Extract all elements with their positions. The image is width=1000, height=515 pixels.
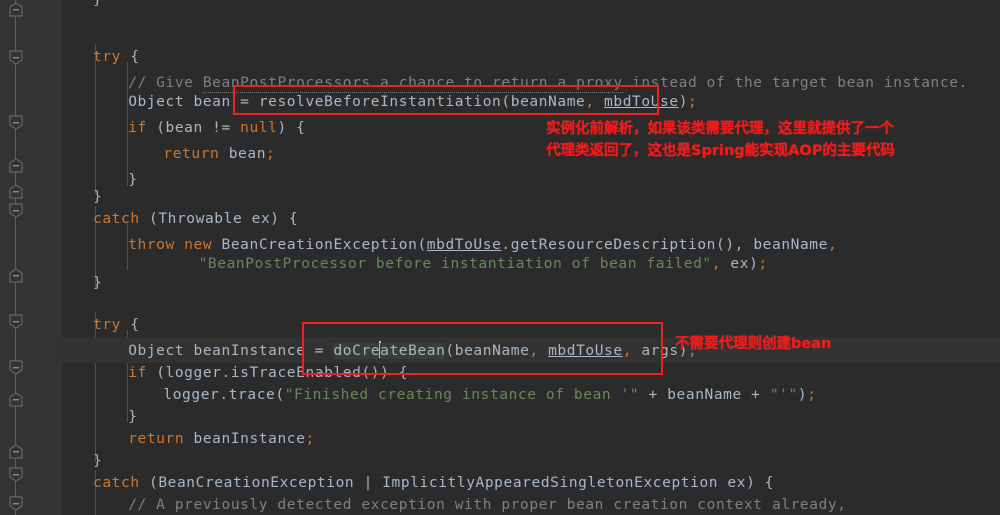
annotation-note-proxy: 实例化前解析，如果该类需要代理，这里就提供了一个 代理类返回了，这也是Spring… (546, 118, 895, 162)
fold-start-marker[interactable] (9, 360, 23, 375)
code-token: ; (266, 146, 276, 162)
code-token: + beanName + (639, 387, 770, 403)
code-token: ( (501, 94, 511, 110)
code-token: "'" (769, 387, 798, 403)
code-token: beanName (454, 343, 530, 359)
code-token: ; (758, 256, 768, 272)
code-token: Object (128, 343, 185, 359)
code-token: return (128, 431, 185, 447)
code-token: ateBean (380, 343, 446, 359)
code-content-area[interactable]: } try {// Give BeanPostProcessors a chanc… (62, 0, 1000, 515)
code-token: beanInstance (184, 431, 306, 447)
fold-end-marker[interactable] (9, 2, 23, 17)
code-line[interactable]: } (128, 167, 137, 193)
code-token: ex) (730, 256, 759, 272)
fold-end-marker[interactable] (9, 392, 23, 407)
code-token: mbdToUse (548, 343, 623, 359)
code-token: if (128, 365, 147, 381)
code-token: // A previously detected exception with … (128, 497, 847, 513)
editor-gutter (0, 0, 63, 515)
fold-start-marker[interactable] (9, 50, 23, 65)
fold-start-marker[interactable] (9, 496, 23, 511)
code-line[interactable]: try { (93, 312, 140, 338)
code-token: beanName (510, 94, 586, 110)
code-token: ) (678, 94, 689, 110)
code-line[interactable]: // A previously detected exception with … (128, 492, 846, 515)
fold-end-marker[interactable] (9, 184, 23, 199)
code-token: } (128, 172, 138, 188)
code-token: mbdToUse (604, 94, 679, 110)
code-token: (logger. (146, 365, 231, 381)
code-line[interactable]: Object bean = resolveBeforeInstantiation… (128, 89, 697, 115)
code-line[interactable]: return beanInstance; (128, 426, 315, 452)
fold-end-marker[interactable] (9, 158, 23, 173)
code-token: "BeanPostProcessor before instantiation … (198, 256, 712, 272)
code-token: , (827, 237, 838, 253)
code-token: if (128, 120, 147, 136)
code-line[interactable]: try { (93, 44, 140, 70)
code-token: Object (128, 94, 185, 110)
code-token: ; (688, 94, 698, 110)
code-token: logger (163, 387, 220, 403)
code-token: } (93, 275, 103, 291)
code-token: ; (305, 431, 315, 447)
fold-start-marker[interactable] (9, 203, 23, 218)
code-token: (BeanCreationException | ImplicitlyAppea… (139, 475, 775, 491)
fold-rail (15, 0, 16, 515)
annotation-note-line: 不需要代理则创建bean (675, 336, 832, 352)
code-line[interactable]: logger.trace("Finished creating instance… (163, 382, 816, 408)
fold-start-marker[interactable] (9, 467, 23, 482)
code-token: ) { (277, 120, 306, 136)
code-line[interactable]: } (93, 270, 102, 296)
code-token: doCre (333, 343, 381, 359)
code-token: { (121, 49, 140, 65)
code-token: bean (219, 146, 267, 162)
code-token: ( (445, 343, 455, 359)
code-token: } (93, 0, 103, 8)
code-token: , (711, 256, 731, 272)
code-token: , (585, 94, 605, 110)
code-line[interactable]: if (bean != null) { (128, 115, 305, 141)
fold-end-marker[interactable] (9, 268, 23, 283)
annotation-note-create-bean: 不需要代理则创建bean (675, 333, 831, 355)
fold-start-marker[interactable] (9, 314, 23, 329)
code-token: (Throwable ex) { (139, 211, 299, 227)
code-token: (bean != (146, 120, 241, 136)
code-token: bean = (184, 94, 259, 110)
code-token: ) (797, 387, 808, 403)
fold-start-marker[interactable] (9, 115, 23, 130)
annotation-note-line: 代理类返回了，这也是Spring能实现AOP的主要代码 (546, 143, 895, 159)
code-token: "Finished creating instance of bean '" (284, 387, 640, 403)
code-line[interactable]: return bean; (163, 141, 275, 167)
code-line[interactable]: "BeanPostProcessor before instantiation … (199, 251, 768, 277)
code-token: return (163, 146, 220, 162)
fold-end-marker[interactable] (9, 444, 23, 459)
code-token: ; (807, 387, 817, 403)
code-token: , (622, 343, 642, 359)
code-token: } (93, 453, 103, 469)
code-line[interactable]: } (93, 0, 102, 13)
code-line[interactable]: catch (Throwable ex) { (93, 206, 298, 232)
code-token: resolveBeforeInstantiation (258, 94, 502, 110)
code-token: { (121, 317, 140, 333)
code-token: throw (128, 237, 175, 253)
annotation-note-line: 实例化前解析，如果该类需要代理，这里就提供了一个 (546, 121, 894, 137)
code-token: ()) { (361, 365, 409, 381)
code-token: } (93, 189, 103, 205)
code-token: try (93, 317, 121, 333)
code-token: isTraceEnabled (230, 365, 362, 381)
code-token: try (93, 49, 121, 65)
code-token: catch (93, 211, 140, 227)
code-token: } (128, 409, 138, 425)
code-token: null (240, 120, 278, 136)
code-token: beanInstance = (184, 343, 334, 359)
code-token: .trace( (219, 387, 285, 403)
code-token: catch (93, 475, 140, 491)
code-editor-screenshot: } try {// Give BeanPostProcessors a chanc… (0, 0, 1000, 515)
code-token: , (529, 343, 549, 359)
